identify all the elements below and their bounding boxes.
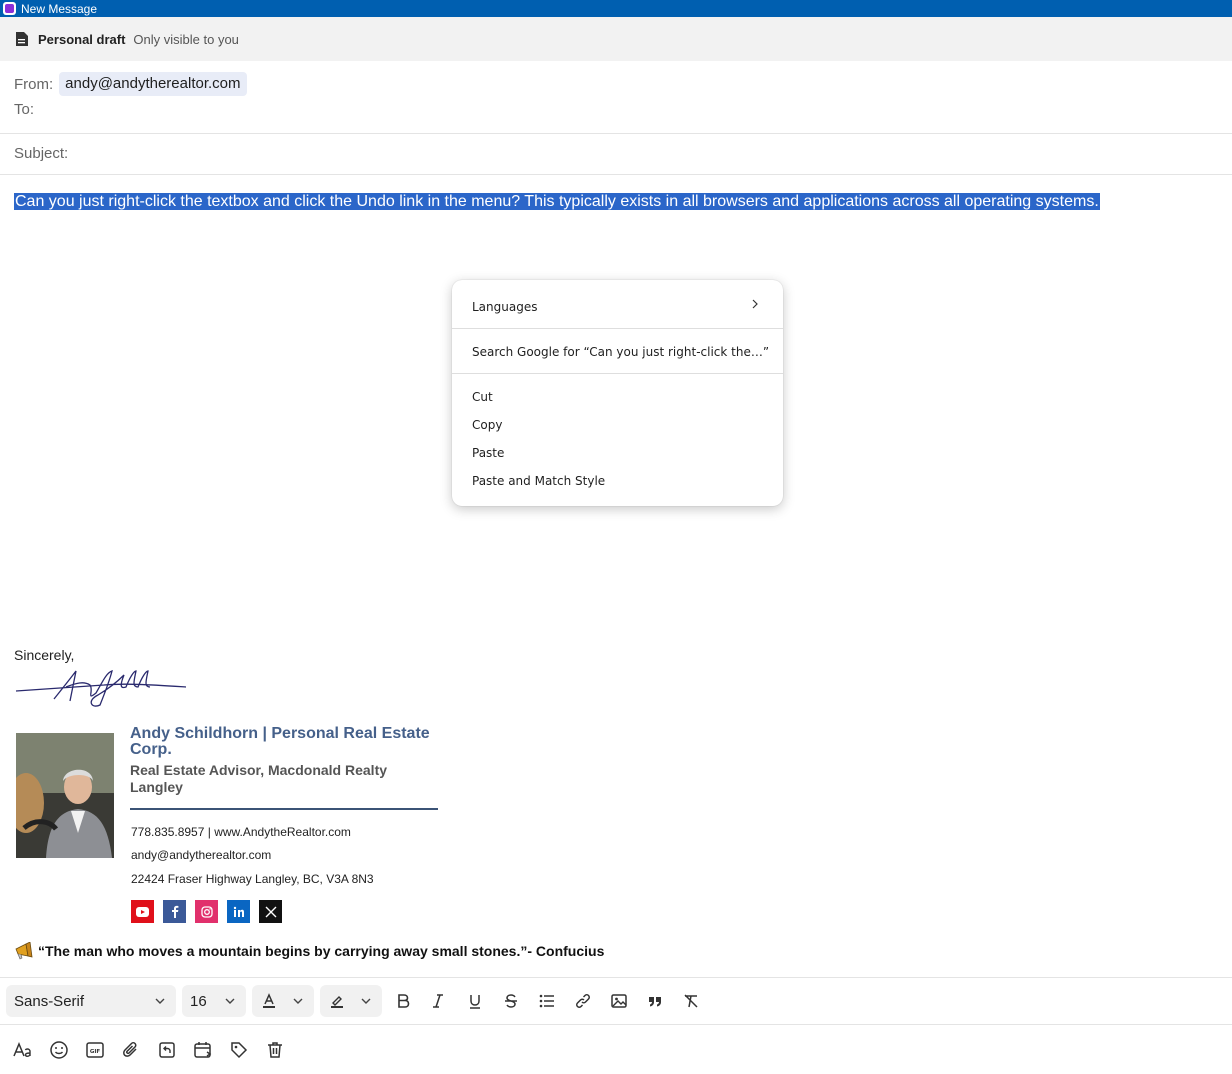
tag-button[interactable] [227,1038,251,1062]
bold-button[interactable] [391,989,415,1013]
quote-text: “The man who moves a mountain begins by … [38,943,605,959]
clear-format-button[interactable] [679,989,703,1013]
quote-icon [649,997,661,1007]
attach-icon [123,1042,137,1057]
underline-icon [470,995,480,1009]
font-family-select[interactable]: Sans-Serif [6,985,176,1017]
window-titlebar: New Message [0,0,1232,17]
bullet-list-icon [539,994,554,1008]
youtube-icon[interactable] [131,900,154,923]
font-size-value: 16 [190,992,207,1010]
signature-phone-website[interactable]: 778.835.8957 | www.AndytheRealtor.com [131,825,351,839]
attach-button[interactable] [119,1038,143,1062]
app-icon [3,2,16,15]
gif-icon: GIF [86,1042,104,1058]
closing-text: Sincerely, [14,647,75,663]
message-body[interactable]: Can you just right-click the textbox and… [14,192,1100,212]
underline-button[interactable] [463,989,487,1013]
tag-icon [231,1042,248,1059]
chevron-down-icon [361,998,371,1004]
undo-send-button[interactable] [155,1038,179,1062]
highlight-select[interactable] [320,985,382,1017]
schedule-send-button[interactable] [191,1038,215,1062]
signature-email[interactable]: andy@andytherealtor.com [131,848,271,862]
window-title: New Message [21,1,98,16]
gif-button[interactable]: GIF [83,1038,107,1062]
selected-body-text[interactable]: Can you just right-click the textbox and… [14,193,1100,210]
portrait-image [16,733,114,858]
formatting-toolbar: Sans-Serif 16 [0,985,1232,1017]
linkedin-icon[interactable] [227,900,250,923]
highlight-icon [331,996,343,1008]
menu-divider [452,373,783,374]
clear-format-icon [684,994,698,1008]
link-icon [576,994,590,1008]
delete-icon [268,1042,282,1058]
subject-label: Subject: [14,145,69,162]
draft-bar: Personal draft Only visible to you [0,17,1232,61]
font-size-select[interactable]: 16 [182,985,246,1017]
from-address-chip[interactable]: andy@andytherealtor.com [59,72,247,96]
chevron-right-icon [752,299,758,309]
chevron-down-icon [225,998,235,1004]
menu-item-search-google[interactable]: Search Google for “Can you just right-cl… [472,342,769,362]
signature-divider [130,808,438,810]
link-button[interactable] [571,989,595,1013]
from-label: From: [14,75,54,93]
megaphone-icon [15,942,33,960]
menu-item-paste[interactable]: Paste [472,443,504,463]
formatting-toggle-button[interactable] [11,1038,35,1062]
draft-title: Personal draft [38,31,126,47]
divider [0,977,1232,978]
to-label: To: [14,101,35,118]
text-color-select[interactable] [252,985,314,1017]
bold-icon [398,994,410,1008]
divider [0,174,1232,175]
handwritten-signature [15,670,187,707]
image-icon [611,994,627,1008]
text-color-icon [263,993,275,1008]
insert-image-button[interactable] [607,989,631,1013]
italic-icon [433,994,443,1008]
draft-subtitle: Only visible to you [133,31,239,47]
formatting-icon [13,1042,31,1058]
schedule-icon [194,1042,212,1058]
bullet-list-button[interactable] [535,989,559,1013]
x-icon[interactable] [259,900,282,923]
strikethrough-icon [505,994,517,1008]
instagram-icon[interactable] [195,900,218,923]
menu-item-languages[interactable]: Languages [472,297,537,317]
subject-field[interactable]: Subject: [14,145,68,162]
chevron-down-icon [293,998,303,1004]
context-menu: Languages Search Google for “Can you jus… [452,280,783,506]
divider [0,133,1232,134]
chevron-down-icon [155,998,165,1004]
signature-quote: “The man who moves a mountain begins by … [14,942,604,960]
menu-divider [452,328,783,329]
divider [0,1024,1232,1025]
to-field[interactable]: To: [14,101,34,118]
signature-role: Real Estate Advisor, Macdonald Realty La… [130,762,388,795]
from-row: From: andy@andytherealtor.com [14,72,247,96]
delete-draft-button[interactable] [263,1038,287,1062]
compose-actions-toolbar: GIF [0,1036,1232,1064]
agent-photo [16,733,114,858]
quote-button[interactable] [643,989,667,1013]
strikethrough-button[interactable] [499,989,523,1013]
document-icon [16,32,28,46]
signature-name: Andy Schildhorn | Personal Real Estate C… [130,725,430,758]
italic-button[interactable] [426,989,450,1013]
svg-text:GIF: GIF [90,1049,101,1055]
emoji-button[interactable] [47,1038,71,1062]
menu-item-paste-match-style[interactable]: Paste and Match Style [472,471,605,491]
emoji-icon [50,1041,68,1059]
facebook-icon[interactable] [163,900,186,923]
undo-send-icon [159,1042,175,1058]
menu-item-copy[interactable]: Copy [472,415,502,435]
font-family-value: Sans-Serif [14,992,85,1010]
signature-address: 22424 Fraser Highway Langley, BC, V3A 8N… [131,872,374,886]
menu-item-cut[interactable]: Cut [472,387,493,407]
